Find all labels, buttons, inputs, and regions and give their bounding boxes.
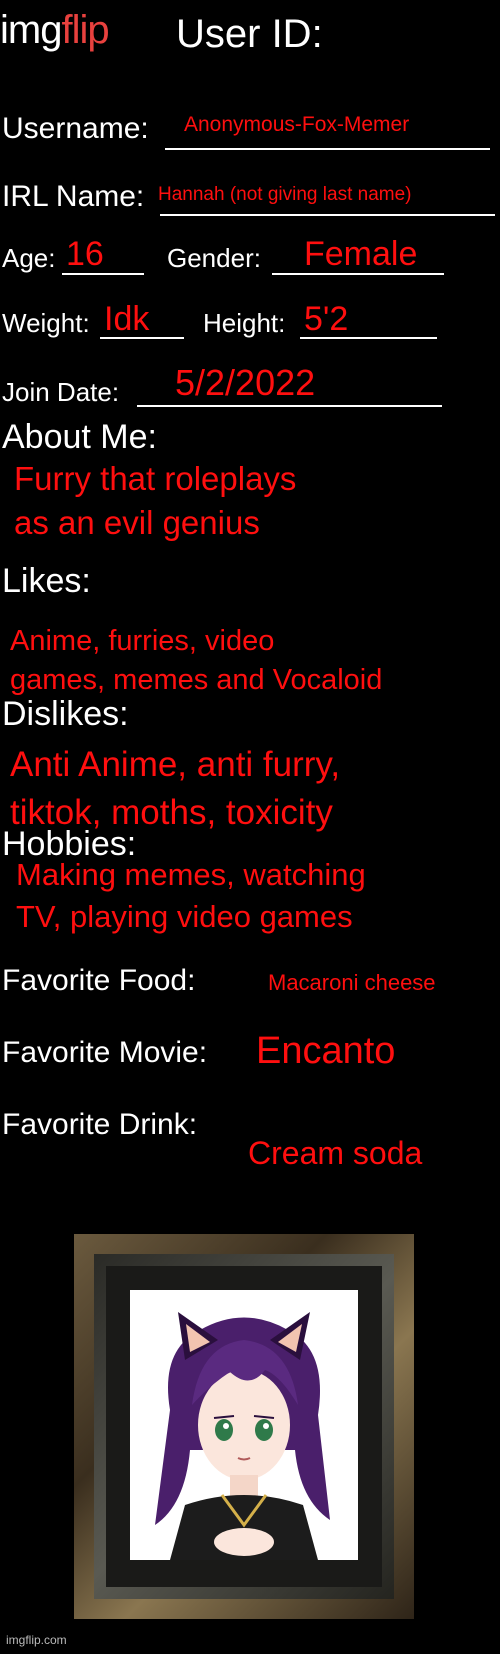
favorite-food-value: Macaroni cheese bbox=[268, 970, 436, 995]
join-date-underline bbox=[137, 405, 442, 407]
favorite-food-label: Favorite Food: bbox=[2, 964, 196, 997]
weight-value: Idk bbox=[104, 300, 150, 338]
username-value: Anonymous-Fox-Memer bbox=[184, 113, 410, 136]
logo-flip-text: flip bbox=[61, 8, 109, 52]
join-date-label: Join Date: bbox=[2, 377, 120, 407]
likes-line-2: games, memes and Vocaloid bbox=[10, 664, 383, 696]
watermark: imgflip.com bbox=[6, 1633, 67, 1647]
favorite-drink-value: Cream soda bbox=[248, 1135, 423, 1171]
about-me-line-1: Furry that roleplays bbox=[14, 460, 297, 497]
age-value: 16 bbox=[66, 235, 104, 273]
about-me-line-2: as an evil genius bbox=[14, 504, 260, 541]
favorite-drink-label: Favorite Drink: bbox=[2, 1108, 198, 1141]
page-title: User ID: bbox=[176, 12, 323, 56]
age-label: Age: bbox=[2, 243, 56, 273]
character-portrait bbox=[130, 1290, 358, 1560]
height-value: 5'2 bbox=[304, 300, 349, 338]
likes-label: Likes: bbox=[2, 562, 91, 600]
username-label: Username: bbox=[2, 112, 149, 145]
height-label: Height: bbox=[203, 308, 286, 338]
dislikes-label: Dislikes: bbox=[2, 695, 129, 733]
gender-label: Gender: bbox=[167, 243, 261, 273]
anime-girl-illustration bbox=[155, 1312, 330, 1560]
favorite-movie-label: Favorite Movie: bbox=[2, 1036, 208, 1069]
weight-label: Weight: bbox=[2, 308, 90, 338]
irl-name-label: IRL Name: bbox=[2, 180, 145, 213]
dislikes-line-1: Anti Anime, anti furry, bbox=[10, 745, 341, 784]
gender-value: Female bbox=[304, 235, 418, 273]
picture-frame bbox=[74, 1234, 414, 1619]
imgflip-logo: imgflip bbox=[0, 8, 110, 53]
favorite-movie-value: Encanto bbox=[256, 1030, 396, 1072]
logo-img-text: img bbox=[0, 8, 62, 52]
hobbies-line-1: Making memes, watching bbox=[16, 857, 366, 892]
about-me-label: About Me: bbox=[2, 418, 157, 456]
irl-name-value: Hannah (not giving last name) bbox=[158, 184, 412, 205]
hobbies-line-2: TV, playing video games bbox=[16, 899, 353, 934]
username-underline bbox=[165, 148, 490, 150]
join-date-value: 5/2/2022 bbox=[175, 362, 316, 403]
irl-name-underline bbox=[160, 214, 495, 216]
likes-line-1: Anime, furries, video bbox=[10, 625, 275, 657]
